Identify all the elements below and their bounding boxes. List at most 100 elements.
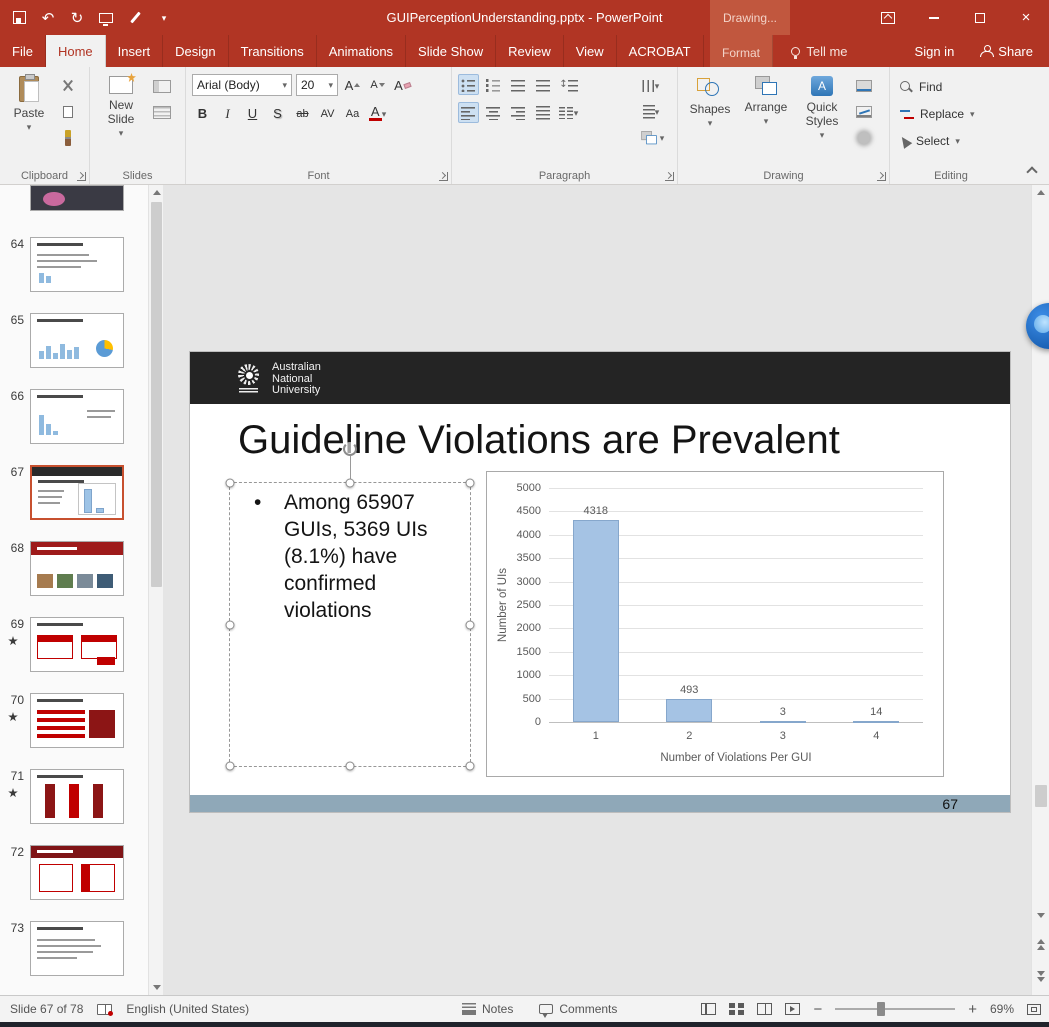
language-indicator[interactable]: English (United States) — [126, 1002, 249, 1016]
zoom-level[interactable]: 69% — [990, 1002, 1014, 1016]
thumbnail-image[interactable] — [30, 313, 124, 368]
chart-object[interactable]: 0500100015002000250030003500400045005000… — [486, 471, 944, 777]
paste-button[interactable]: Paste ▾ — [4, 72, 54, 148]
dialog-launcher-icon[interactable] — [77, 172, 86, 181]
maximize-button[interactable] — [957, 0, 1003, 35]
start-slideshow-button[interactable] — [97, 9, 115, 27]
arrange-button[interactable]: Arrange ▾ — [738, 72, 794, 148]
tab-acrobat[interactable]: ACROBAT — [617, 35, 704, 67]
ribbon-display-options-button[interactable] — [865, 0, 911, 35]
font-name-combo[interactable]: Arial (Body) ▾ — [192, 74, 292, 96]
thumbnail-image[interactable] — [30, 185, 124, 211]
tab-insert[interactable]: Insert — [106, 35, 164, 67]
rotation-handle[interactable] — [343, 442, 357, 456]
dialog-launcher-icon[interactable] — [665, 172, 674, 181]
notes-button[interactable]: Notes — [462, 1002, 513, 1016]
thumbnail-image[interactable] — [30, 617, 124, 672]
tab-review[interactable]: Review — [496, 35, 564, 67]
font-size-combo[interactable]: 20 ▾ — [296, 74, 338, 96]
character-spacing-button[interactable]: AV — [317, 103, 338, 124]
shape-outline-button[interactable] — [853, 102, 875, 122]
tab-file[interactable]: File — [0, 35, 46, 67]
tab-animations[interactable]: Animations — [317, 35, 406, 67]
resize-handle-s[interactable] — [346, 762, 355, 771]
tab-transitions[interactable]: Transitions — [229, 35, 317, 67]
slide-thumbnail-67[interactable]: 67 — [30, 465, 124, 520]
clear-formatting-button[interactable]: A — [392, 75, 413, 96]
bullet-text[interactable]: Among 65907 GUIs, 5369 UIs (8.1%) have c… — [284, 489, 456, 624]
scroll-up-button[interactable] — [149, 185, 164, 200]
find-button[interactable]: Find — [894, 76, 1008, 98]
shapes-button[interactable]: Shapes ▾ — [682, 72, 738, 148]
shrink-font-button[interactable]: A — [367, 75, 388, 96]
justify-button[interactable] — [533, 102, 554, 123]
thumbnail-image[interactable] — [30, 541, 124, 596]
select-button[interactable]: Select ▾ — [894, 130, 1008, 152]
scrollbar-thumb[interactable] — [151, 202, 162, 587]
thumbnail-image[interactable] — [30, 693, 124, 748]
decrease-indent-button[interactable] — [508, 74, 529, 95]
reset-button[interactable] — [151, 102, 173, 122]
font-color-button[interactable]: A ▾ — [367, 103, 388, 124]
content-textbox[interactable]: • Among 65907 GUIs, 5369 UIs (8.1%) have… — [229, 482, 471, 767]
tab-slide-show[interactable]: Slide Show — [406, 35, 496, 67]
text-shadow-button[interactable]: S — [267, 103, 288, 124]
thumbnail-image[interactable] — [30, 237, 124, 292]
resize-handle-ne[interactable] — [466, 479, 475, 488]
resize-handle-w[interactable] — [226, 620, 235, 629]
convert-smartart-button[interactable]: ▾ — [633, 128, 669, 148]
pen-button[interactable] — [126, 9, 144, 27]
slide-thumbnail-72[interactable]: 72 — [30, 845, 124, 900]
slide-thumbnail-66[interactable]: 66 — [30, 389, 124, 444]
change-case-button[interactable]: Aa — [342, 103, 363, 124]
save-button[interactable] — [10, 9, 28, 27]
columns-button[interactable]: ▾ — [558, 102, 579, 123]
text-direction-button[interactable]: ▾ — [633, 76, 669, 96]
minimize-button[interactable] — [911, 0, 957, 35]
slide-editing-canvas[interactable]: Australian National University Guideline… — [163, 185, 1031, 995]
numbering-button[interactable] — [483, 74, 504, 95]
resize-handle-se[interactable] — [466, 762, 475, 771]
zoom-slider-thumb[interactable] — [877, 1002, 885, 1016]
tab-format[interactable]: Format — [710, 35, 773, 70]
italic-button[interactable]: I — [217, 103, 238, 124]
thumbnail-image[interactable] — [30, 389, 124, 444]
thumbnail-image[interactable] — [30, 845, 124, 900]
normal-view-button[interactable] — [701, 1003, 716, 1015]
thumbnail-image[interactable] — [30, 921, 124, 976]
strikethrough-button[interactable]: ab — [292, 103, 313, 124]
replace-button[interactable]: Replace ▾ — [894, 103, 1008, 125]
slide-thumbnail-64[interactable]: 64 — [30, 237, 124, 292]
shape-fill-button[interactable] — [853, 76, 875, 96]
underline-button[interactable]: U — [242, 103, 263, 124]
align-left-button[interactable] — [458, 102, 479, 123]
slide-thumbnail[interactable] — [30, 185, 124, 211]
close-button[interactable]: × — [1003, 0, 1049, 35]
previous-slide-button[interactable] — [1032, 931, 1049, 957]
fit-to-window-button[interactable] — [1027, 1004, 1041, 1015]
tab-view[interactable]: View — [564, 35, 617, 67]
new-slide-button[interactable]: New Slide ▾ — [94, 72, 148, 136]
zoom-in-button[interactable]: + — [968, 1001, 977, 1018]
thumbnail-image[interactable] — [30, 465, 124, 520]
thumbnail-scrollbar[interactable] — [148, 185, 163, 995]
bold-button[interactable]: B — [192, 103, 213, 124]
reading-view-button[interactable] — [757, 1003, 772, 1015]
sign-in-link[interactable]: Sign in — [915, 44, 955, 59]
slideshow-view-button[interactable] — [785, 1003, 800, 1015]
align-center-button[interactable] — [483, 102, 504, 123]
comments-button[interactable]: Comments — [539, 1002, 617, 1016]
resize-handle-e[interactable] — [466, 620, 475, 629]
undo-button[interactable]: ↶ — [39, 9, 57, 27]
scroll-down-button[interactable] — [1032, 908, 1049, 923]
dialog-launcher-icon[interactable] — [439, 172, 448, 181]
tab-home[interactable]: Home — [46, 35, 106, 67]
slide-thumbnail-65[interactable]: 65 — [30, 313, 124, 368]
layout-button[interactable] — [151, 76, 173, 96]
format-painter-button[interactable] — [57, 128, 79, 148]
qat-customize-button[interactable]: ▾ — [155, 9, 173, 27]
copy-button[interactable] — [57, 102, 79, 122]
line-spacing-button[interactable]: ↕ — [558, 74, 579, 95]
slide-thumbnail-73[interactable]: 73 — [30, 921, 124, 976]
cut-button[interactable] — [57, 76, 79, 96]
